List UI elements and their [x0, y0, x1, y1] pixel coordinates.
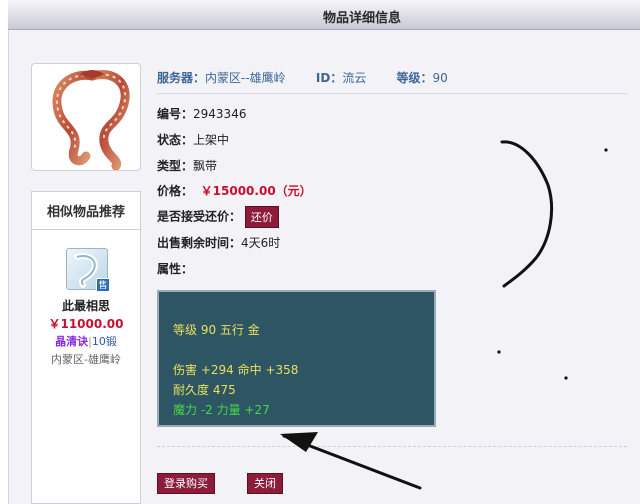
similar-item-server: 内蒙区-雄鹰岭 — [51, 353, 121, 366]
level-value: 90 — [432, 71, 448, 85]
id-value: 流云 — [342, 71, 367, 85]
type-row: 类型：飘带 — [157, 157, 217, 174]
type-label: 类型： — [157, 159, 194, 173]
level-label: 等级： — [396, 71, 433, 85]
attributes-label: 属性： — [157, 262, 194, 276]
server-label: 服务器： — [157, 71, 206, 85]
price-row: 价格： ￥15000.00（元） — [157, 182, 312, 199]
id-label: ID： — [315, 71, 343, 85]
page-title: 物品详细信息 — [323, 11, 402, 26]
number-row: 编号：2943346 — [157, 105, 246, 122]
attr-damage-hit: 伤害 +294 命中 +358 — [173, 363, 299, 377]
similar-item-tag-forge: 10锻 — [91, 335, 117, 348]
number-label: 编号： — [157, 107, 194, 121]
attr-magic-strength: 魔力 -2 力量 +27 — [173, 403, 270, 417]
similar-item-tag-skill: 晶清诀 — [55, 335, 89, 348]
similar-item-name[interactable]: 此最相思 — [32, 297, 140, 314]
close-button[interactable]: 关闭 — [247, 473, 283, 494]
similar-item-tags: 晶清诀|10锻 — [32, 333, 140, 349]
number-value: 2943346 — [193, 107, 247, 121]
attributes-row: 属性： — [157, 260, 193, 277]
attributes-box: 等级 90 五行 金 伤害 +294 命中 +358 耐久度 475 魔力 -2… — [157, 290, 436, 427]
sidebar-title: 相似物品推荐 — [32, 192, 140, 230]
bargain-row: 是否接受还价： 还价 — [157, 206, 279, 228]
status-label: 状态： — [157, 133, 194, 147]
price-value: ￥15000.00（元） — [200, 184, 312, 198]
login-buy-button[interactable]: 登录购买 — [157, 473, 215, 494]
bottom-divider — [157, 446, 627, 447]
sale-badge: 售 — [96, 278, 110, 292]
status-row: 状态：上架中 — [157, 131, 229, 148]
attr-durability: 耐久度 475 — [173, 383, 236, 397]
remaining-value: 4天6时 — [241, 236, 281, 250]
bargain-label: 是否接受还价： — [157, 209, 242, 224]
sale-item-icon[interactable]: 售 — [66, 248, 110, 292]
remaining-label: 出售剩余时间： — [157, 236, 242, 250]
similar-items-sidebar: 相似物品推荐 售 此最相思 ￥11000.00 晶清诀|10锻 内蒙区-雄鹰岭 — [31, 191, 141, 504]
detail-header: 物品详细信息 — [8, 0, 640, 30]
server-value: 内蒙区--雄鹰岭 — [205, 71, 286, 85]
price-label: 价格： — [157, 184, 194, 198]
similar-item-price: ￥11000.00 — [48, 317, 124, 331]
item-summary-line: 服务器：内蒙区--雄鹰岭 ID：流云 等级：90 — [157, 69, 448, 86]
status-value: 上架中 — [193, 133, 230, 147]
bargain-button[interactable]: 还价 — [244, 206, 279, 228]
remaining-row: 出售剩余时间：4天6时 — [157, 234, 280, 251]
item-image — [31, 63, 141, 171]
summary-divider — [157, 93, 627, 94]
type-value: 飘带 — [193, 159, 218, 173]
attr-level-element: 等级 90 五行 金 — [173, 323, 260, 337]
scarf-ribbon-icon — [52, 70, 130, 171]
